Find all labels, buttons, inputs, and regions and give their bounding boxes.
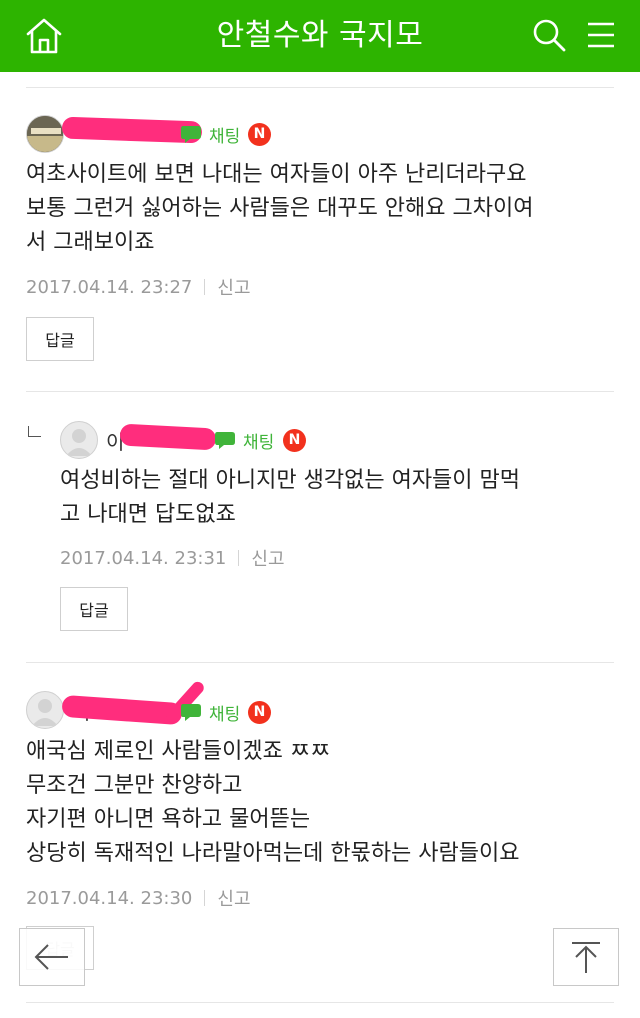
avatar[interactable] (60, 421, 98, 459)
reply-arrow-icon (28, 426, 41, 437)
chat-button[interactable]: 채팅 (180, 698, 240, 726)
reply-button[interactable]: 답글 (60, 587, 128, 631)
chat-button[interactable]: 채팅 (214, 426, 274, 454)
comment-meta: 2017.04.14. 23:27 신고 (26, 274, 251, 300)
comment-meta: 2017.04.14. 23:30 신고 (26, 885, 251, 911)
comment-date: 2017.04.14. 23:27 (26, 276, 193, 298)
search-icon[interactable] (528, 14, 572, 58)
divider (26, 391, 614, 392)
menu-icon[interactable] (580, 14, 624, 58)
new-badge: N (248, 701, 271, 724)
report-link[interactable]: 신고 (217, 274, 250, 300)
report-link[interactable]: 신고 (217, 885, 250, 911)
divider (26, 1002, 614, 1003)
avatar[interactable] (26, 115, 64, 153)
comment-date: 2017.04.14. 23:30 (26, 887, 193, 909)
comment-text: 여성비하는 절대 아니지만 생각없는 여자들이 맘먹 고 나대면 답도없죠 (60, 468, 521, 527)
chat-bubble-icon (215, 432, 235, 449)
scroll-top-icon (572, 942, 600, 973)
divider (26, 87, 614, 88)
comment-date: 2017.04.14. 23:31 (60, 547, 227, 569)
avatar[interactable] (26, 691, 64, 729)
reply-button[interactable]: 답글 (26, 317, 94, 361)
divider (26, 662, 614, 663)
meta-divider (204, 279, 206, 295)
comment-text: 여초사이트에 보면 나대는 여자들이 아주 난리더라구요 보통 그런거 싫어하는… (26, 162, 534, 255)
comment-text: 애국심 제로인 사람들이겠죠 ㅉㅉ 무조건 그분만 찬양하고 자기편 아니면 욕… (26, 739, 520, 866)
chat-bubble-icon (181, 126, 201, 143)
chat-label: 채팅 (209, 704, 241, 725)
back-arrow-icon (34, 944, 68, 970)
chat-bubble-icon (181, 704, 201, 721)
new-badge: N (248, 123, 271, 146)
redaction-mark (119, 423, 217, 451)
chat-label: 채팅 (209, 126, 241, 147)
chat-button[interactable]: 채팅 (180, 120, 240, 148)
top-app-bar: 안철수와 국지모 (0, 0, 640, 72)
meta-divider (204, 890, 206, 906)
scroll-to-top-button[interactable] (553, 928, 619, 986)
meta-divider (238, 550, 240, 566)
chat-label: 채팅 (243, 432, 275, 453)
new-badge: N (283, 429, 306, 452)
comment-meta: 2017.04.14. 23:31 신고 (60, 545, 285, 571)
report-link[interactable]: 신고 (251, 545, 284, 571)
back-button[interactable] (19, 928, 85, 986)
